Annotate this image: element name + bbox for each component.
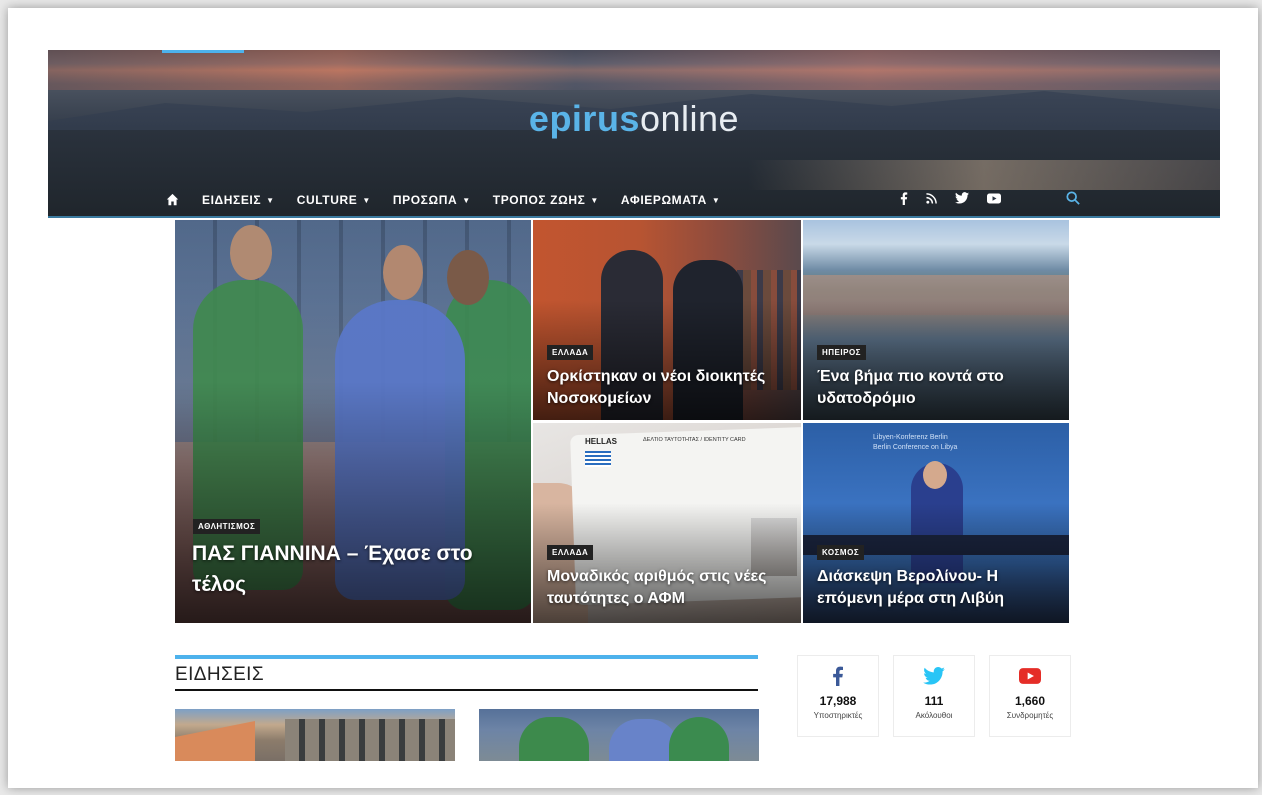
twitter-icon	[894, 664, 974, 688]
youtube-counter[interactable]: 1,660 Συνδρομητές	[989, 655, 1071, 737]
home-icon[interactable]	[166, 193, 180, 207]
counter-label: Ακόλουθοι	[915, 711, 953, 720]
section-accent-bar	[175, 655, 758, 659]
twitter-counter[interactable]: 111 Ακόλουθοι	[893, 655, 975, 737]
featured-article-berlin[interactable]: Libyen-Konferenz Berlin Berlin Conferenc…	[803, 423, 1069, 623]
chevron-down-icon: ▼	[462, 195, 471, 205]
category-badge[interactable]: ΑΘΛΗΤΙΣΜΟΣ	[193, 519, 261, 534]
category-badge[interactable]: ΕΛΛΑΔΑ	[547, 545, 594, 560]
article-title[interactable]: Διάσκεψη Βερολίνου- Η επόμενη μέρα στη Λ…	[817, 566, 1057, 610]
featured-article-waterdrome[interactable]: ΗΠΕΙΡΟΣ Ένα βήμα πιο κοντά στο υδατοδρόμ…	[803, 220, 1069, 420]
rss-icon[interactable]	[926, 192, 937, 208]
nav-item-features[interactable]: ΑΦΙΕΡΩΜΑΤΑ ▼	[621, 193, 720, 207]
youtube-icon[interactable]	[987, 192, 1001, 208]
facebook-counter[interactable]: 17,988 Υποστηρικτές	[797, 655, 879, 737]
featured-article-sports[interactable]: ΑΘΛΗΤΙΣΜΟΣ ΠΑΣ ΓΙΑΝΝΙΝΑ – Έχασε στο τέλο…	[175, 220, 531, 623]
nav-item-news[interactable]: ΕΙΔΗΣΕΙΣ ▼	[202, 193, 275, 207]
site-logo[interactable]: epirusonline	[48, 98, 1220, 140]
chevron-down-icon: ▼	[266, 195, 275, 205]
chevron-down-icon: ▼	[590, 195, 599, 205]
header-social-links	[900, 192, 1001, 208]
id-card-country-text: HELLAS	[585, 437, 617, 446]
greek-flag	[585, 451, 611, 467]
counter-value: 1,660	[1014, 694, 1046, 708]
section-divider	[175, 689, 758, 691]
conference-banner: Libyen-Konferenz Berlin Berlin Conferenc…	[873, 434, 958, 451]
counter-value: 17,988	[819, 694, 857, 708]
facebook-icon[interactable]	[900, 192, 908, 208]
article-title[interactable]: ΠΑΣ ΓΙΑΝΝΙΝΑ – Έχασε στο τέλος	[192, 538, 512, 600]
facebook-icon	[798, 664, 878, 688]
id-card-title-text: ΔΕΛΤΙΟ ΤΑΥΤΟΤΗΤΑΣ / IDENTITY CARD	[643, 437, 746, 443]
nav-item-lifestyle[interactable]: ΤΡΟΠΟΣ ΖΩΗΣ ▼	[493, 193, 599, 207]
featured-grid: ΑΘΛΗΤΙΣΜΟΣ ΠΑΣ ΓΙΑΝΝΙΝΑ – Έχασε στο τέλο…	[175, 220, 1069, 623]
header-accent-bar	[162, 50, 244, 53]
article-title[interactable]: Μοναδικός αριθμός στις νέες ταυτότητες ο…	[547, 566, 787, 610]
featured-article-id-cards[interactable]: HELLAS ΔΕΛΤΙΟ ΤΑΥΤΟΤΗΤΑΣ / IDENTITY CARD…	[533, 423, 801, 623]
category-badge[interactable]: ΚΟΣΜΟΣ	[817, 545, 865, 560]
category-badge[interactable]: ΗΠΕΙΡΟΣ	[817, 345, 866, 360]
counter-label: Υποστηρικτές	[813, 711, 863, 720]
twitter-icon[interactable]	[955, 192, 969, 208]
logo-bold-text: epirus	[528, 98, 640, 139]
nav-item-culture[interactable]: CULTURE ▼	[297, 193, 371, 207]
search-icon[interactable]	[1066, 191, 1080, 210]
section-title[interactable]: ΕΙΔΗΣΕΙΣ	[175, 664, 264, 686]
logo-light-text: online	[639, 98, 740, 139]
chevron-down-icon: ▼	[711, 195, 721, 205]
chevron-down-icon: ▼	[362, 195, 371, 205]
news-thumbnail[interactable]	[175, 709, 455, 761]
news-thumbnail[interactable]	[479, 709, 759, 761]
counter-label: Συνδρομητές	[1006, 711, 1054, 720]
main-nav: ΕΙΔΗΣΕΙΣ ▼ CULTURE ▼ ΠΡΟΣΩΠΑ ▼ ΤΡΟΠΟΣ ΖΩΗΣ ▼…	[48, 182, 1220, 218]
counter-value: 111	[924, 694, 944, 708]
social-counters: 17,988 Υποστηρικτές 111 Ακόλουθοι 1,660 …	[797, 655, 1071, 737]
article-title[interactable]: Ένα βήμα πιο κοντά στο υδατοδρόμιο	[817, 366, 1057, 410]
featured-article-hospitals[interactable]: ΕΛΛΑΔΑ Ορκίστηκαν οι νέοι διοικητές Νοσο…	[533, 220, 801, 420]
article-title[interactable]: Ορκίστηκαν οι νέοι διοικητές Νοσοκομείων	[547, 366, 787, 410]
category-badge[interactable]: ΕΛΛΑΔΑ	[547, 345, 594, 360]
site-header: epirusonline ΕΙΔΗΣΕΙΣ ▼ CULTURE ▼ ΠΡΟΣΩΠΑ ▼…	[48, 50, 1220, 218]
youtube-icon	[990, 664, 1070, 688]
nav-item-people[interactable]: ΠΡΟΣΩΠΑ ▼	[393, 193, 471, 207]
